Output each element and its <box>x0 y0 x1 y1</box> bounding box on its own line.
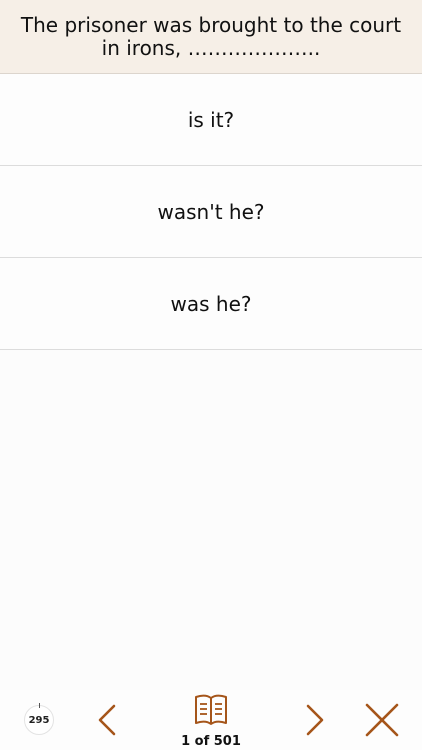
answer-option-2[interactable]: wasn't he? <box>0 166 422 258</box>
previous-button[interactable] <box>96 704 118 736</box>
question-counter-badge: 295 <box>24 703 54 735</box>
chevron-left-icon <box>98 704 116 736</box>
counter-tick-mark <box>39 703 40 708</box>
next-button[interactable] <box>304 704 326 736</box>
answer-option-1[interactable]: is it? <box>0 74 422 166</box>
page-indicator: 1 of 501 <box>181 734 241 749</box>
question-text: The prisoner was brought to the court in… <box>20 12 402 60</box>
answer-option-label: is it? <box>187 107 235 132</box>
questions-list-button[interactable] <box>193 693 229 727</box>
open-book-icon <box>195 694 227 725</box>
close-button[interactable] <box>365 703 399 737</box>
close-icon <box>365 703 399 737</box>
answer-option-label: wasn't he? <box>157 199 265 224</box>
question-counter-value: 295 <box>28 714 50 726</box>
chevron-right-icon <box>306 704 324 736</box>
answer-option-label: was he? <box>170 291 252 316</box>
answer-list: is it? wasn't he? was he? <box>0 74 422 350</box>
question-header: The prisoner was brought to the court in… <box>0 0 422 74</box>
answer-option-3[interactable]: was he? <box>0 258 422 350</box>
bottom-toolbar: 295 1 of 501 <box>0 690 422 750</box>
